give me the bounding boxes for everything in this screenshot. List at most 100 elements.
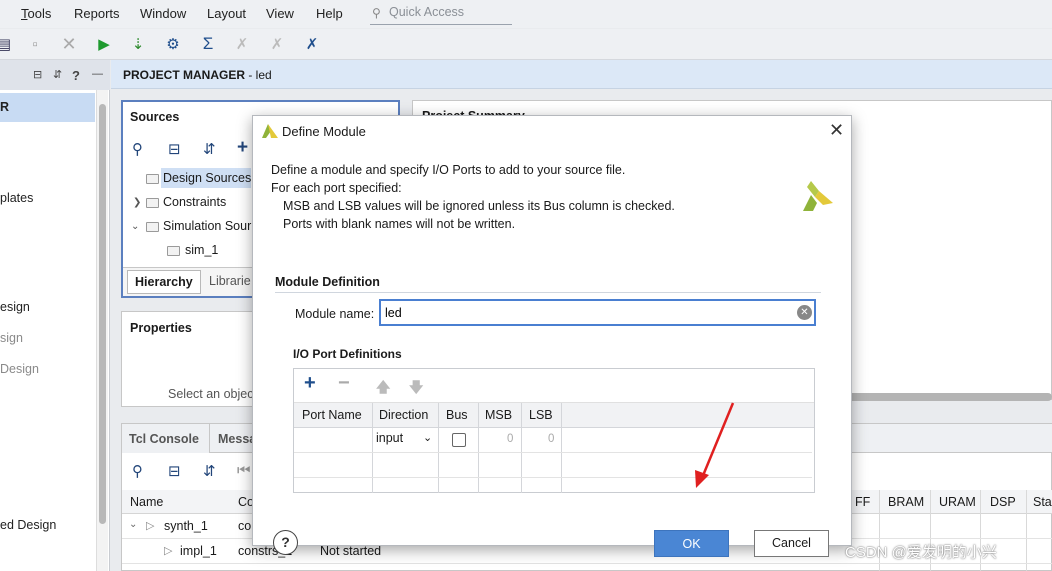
flow-item[interactable]: sign xyxy=(0,331,23,345)
tree-item-design-sources[interactable]: Design Sources xyxy=(163,171,251,185)
help-icon[interactable]: ? xyxy=(72,68,80,83)
column-header[interactable]: Port Name xyxy=(302,408,362,422)
column-header[interactable]: Star xyxy=(1033,495,1052,509)
module-name-input[interactable] xyxy=(379,299,816,326)
column-header[interactable]: Name xyxy=(130,495,163,509)
tab-hierarchy[interactable]: Hierarchy xyxy=(127,270,201,294)
dialog-titlebar: Define Module ✕ xyxy=(253,116,851,147)
watermark: CSDN @爱发明的小兴 xyxy=(845,544,997,561)
add-port-icon[interactable]: + xyxy=(304,372,316,395)
help-button[interactable]: ? xyxy=(273,530,298,555)
column-header[interactable]: LSB xyxy=(529,408,553,422)
flow-item[interactable]: plates xyxy=(0,191,33,205)
flow-item[interactable]: ed Design xyxy=(0,518,56,532)
first-icon[interactable]: ⏮ xyxy=(237,462,251,479)
play-outline-icon: ▷ xyxy=(146,520,155,532)
column-header[interactable]: Direction xyxy=(379,408,428,422)
paste-icon[interactable]: ▫ xyxy=(25,34,45,54)
run-status: Not started xyxy=(320,544,382,558)
tab-libraries[interactable]: Librarie xyxy=(209,274,251,288)
cross-tool-icon[interactable]: ✗ xyxy=(302,34,322,54)
menu-tools[interactable]: Tools xyxy=(21,6,51,21)
tool-icon[interactable]: ✗ xyxy=(267,34,287,54)
folder-icon xyxy=(146,222,159,232)
collapse-all-icon[interactable]: ⊟ xyxy=(168,140,181,158)
folder-icon xyxy=(146,198,159,208)
tree-item-constraints[interactable]: Constraints xyxy=(163,195,226,209)
column-header[interactable]: Bus xyxy=(446,408,468,422)
menu-window[interactable]: Window xyxy=(140,6,186,21)
menu-reports[interactable]: Reports xyxy=(74,6,120,21)
run-icon[interactable]: ▶ xyxy=(94,34,114,54)
lsb-cell[interactable]: 0 xyxy=(548,433,554,445)
save-icon[interactable]: ▤ xyxy=(0,34,14,54)
add-sources-icon[interactable]: + xyxy=(237,137,248,159)
flow-selected-item[interactable] xyxy=(0,93,95,122)
dialog-description: Ports with blank names will not be writt… xyxy=(283,217,516,231)
collapse-all-icon[interactable]: ⊟ xyxy=(33,68,42,81)
chevron-right-icon[interactable]: ❯ xyxy=(133,197,141,208)
delete-icon[interactable]: ✕ xyxy=(59,34,79,54)
direction-value: input xyxy=(376,431,404,445)
cancel-button[interactable]: Cancel xyxy=(754,530,829,557)
dialog-description: MSB and LSB values will be ignored unles… xyxy=(283,199,675,213)
menu-bar: Tools Reports Window Layout View Help ⚲ … xyxy=(0,0,1052,28)
chevron-down-icon[interactable]: ⌄ xyxy=(131,221,139,232)
flow-item[interactable]: Design xyxy=(0,362,39,376)
column-header[interactable]: FF xyxy=(855,495,870,509)
expand-all-icon[interactable]: ⇵ xyxy=(203,462,216,480)
remove-port-icon[interactable]: − xyxy=(338,372,350,395)
close-icon[interactable]: ✕ xyxy=(829,120,844,141)
tree-item-simulation-sources[interactable]: Simulation Sour xyxy=(163,219,251,233)
tab-tcl-console[interactable]: Tcl Console xyxy=(122,424,210,453)
collapse-all-icon[interactable]: ⊟ xyxy=(168,462,181,480)
expand-all-icon[interactable]: ⇵ xyxy=(203,140,216,158)
direction-select[interactable]: input ⌄ xyxy=(376,431,436,445)
properties-hint: Select an object xyxy=(168,387,257,401)
chevron-down-icon[interactable]: ⌄ xyxy=(129,519,137,530)
msb-cell[interactable]: 0 xyxy=(507,433,513,445)
menu-help[interactable]: Help xyxy=(316,6,343,21)
xilinx-logo-icon xyxy=(262,124,278,138)
debug-icon[interactable]: ✗ xyxy=(232,34,252,54)
quick-access-search[interactable]: ⚲ Quick Access xyxy=(370,2,512,25)
dialog-description: For each port specified: xyxy=(271,181,402,195)
search-icon[interactable]: ⚲ xyxy=(132,140,143,158)
column-header[interactable]: BRAM xyxy=(888,495,924,509)
io-port-toolbar: + − 🡅 🡇 xyxy=(294,369,814,403)
clear-icon[interactable]: ✕ xyxy=(797,305,812,320)
scroll-thumb[interactable] xyxy=(99,104,106,524)
annotation-arrow-icon xyxy=(695,402,735,488)
menu-view[interactable]: View xyxy=(266,6,294,21)
search-icon[interactable]: ⚲ xyxy=(132,462,143,480)
flow-scrollbar[interactable] xyxy=(96,90,108,571)
settings-icon[interactable]: ⚙ xyxy=(163,34,183,54)
properties-title: Properties xyxy=(130,321,192,335)
tree-item-sim-1[interactable]: sim_1 xyxy=(185,243,218,257)
sources-title: Sources xyxy=(130,110,180,124)
dialog-title: Define Module xyxy=(282,124,366,139)
generate-bitstream-icon[interactable]: ⇣ xyxy=(128,34,148,54)
minimize-icon[interactable]: — xyxy=(92,68,103,80)
project-manager-header: PROJECT MANAGER - led xyxy=(111,60,1052,89)
module-name-label: Module name: xyxy=(295,307,375,321)
bus-checkbox[interactable] xyxy=(452,433,466,447)
column-header[interactable]: DSP xyxy=(990,495,1016,509)
flow-item[interactable]: R xyxy=(0,100,9,114)
expand-icon[interactable]: ⇵ xyxy=(53,68,62,81)
tab-messages[interactable]: Messa xyxy=(218,432,256,446)
divider xyxy=(275,292,821,293)
run-constraints: co xyxy=(238,519,252,533)
move-down-icon[interactable]: 🡇 xyxy=(409,377,423,401)
flow-item[interactable]: esign xyxy=(0,300,30,314)
menu-layout[interactable]: Layout xyxy=(207,6,246,21)
ok-button[interactable]: OK xyxy=(654,530,729,557)
run-name: impl_1 xyxy=(180,544,217,558)
flow-navigator: ⊟ ⇵ ? — R plates esign sign Design ed De… xyxy=(0,60,110,571)
sigma-icon[interactable]: Σ xyxy=(198,34,218,54)
column-header[interactable]: URAM xyxy=(939,495,976,509)
define-module-dialog: Define Module ✕ Define a module and spec… xyxy=(252,115,852,557)
column-header[interactable]: MSB xyxy=(485,408,512,422)
move-up-icon[interactable]: 🡅 xyxy=(376,377,390,401)
play-outline-icon: ▷ xyxy=(164,545,173,557)
